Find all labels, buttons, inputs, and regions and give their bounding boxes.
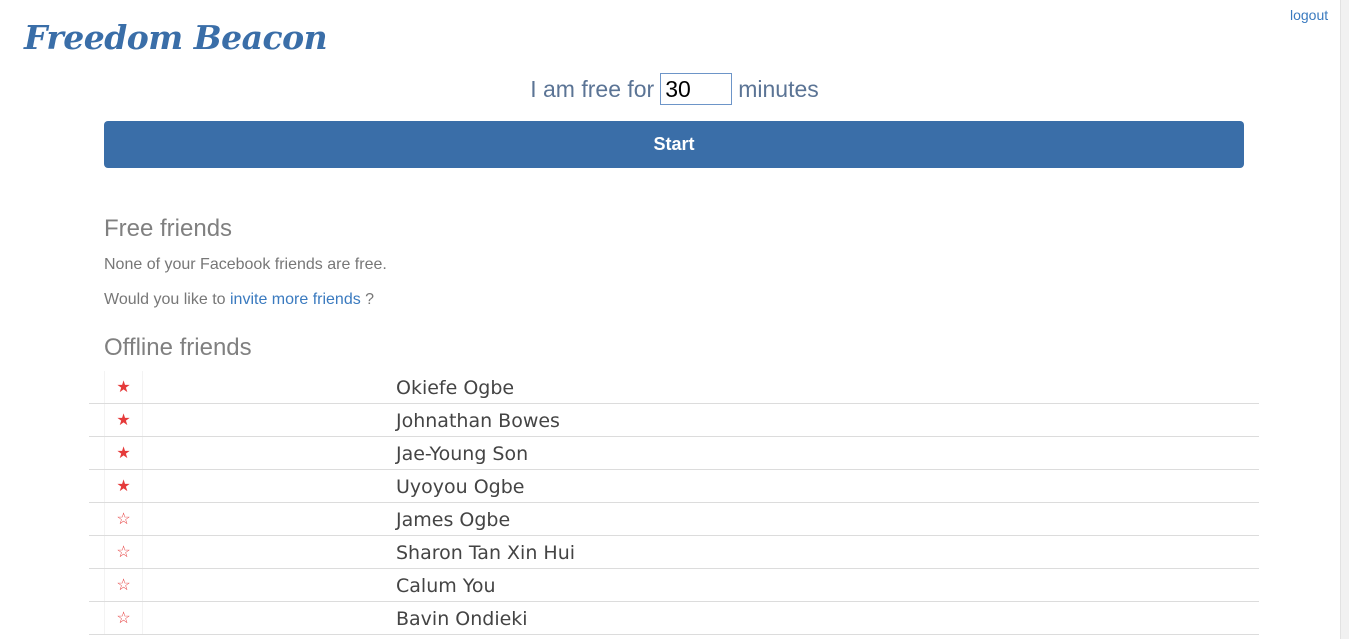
offline-friends-heading: Offline friends <box>104 334 252 361</box>
favorite-star-icon[interactable]: ★ <box>104 371 143 403</box>
friend-row: ☆ Bavin Ondieki <box>89 602 1259 635</box>
friend-row: ★ Johnathan Bowes <box>89 404 1259 437</box>
invite-prefix: Would you like to <box>104 291 226 308</box>
friend-name: Sharon Tan Xin Hui <box>396 542 576 564</box>
unfavorite-star-icon[interactable]: ☆ <box>104 536 143 568</box>
friend-row: ★ Okiefe Ogbe <box>89 371 1259 404</box>
start-button[interactable]: Start <box>104 121 1244 168</box>
free-time-form: I am free for minutes <box>0 73 1349 105</box>
unfavorite-star-icon[interactable]: ☆ <box>104 602 143 634</box>
friend-name: Bavin Ondieki <box>396 608 528 630</box>
favorite-star-icon[interactable]: ★ <box>104 470 143 502</box>
free-friends-heading: Free friends <box>104 215 233 242</box>
minutes-input[interactable] <box>660 73 733 105</box>
invite-friends-link[interactable]: invite more friends <box>230 291 361 308</box>
friend-row: ☆ Sharon Tan Xin Hui <box>89 536 1259 569</box>
friend-row: ☆ James Ogbe <box>89 503 1259 536</box>
friend-name: James Ogbe <box>396 509 511 531</box>
friend-row: ★ Jae-Young Son <box>89 437 1259 470</box>
favorite-star-icon[interactable]: ★ <box>104 404 143 436</box>
favorite-star-icon[interactable]: ★ <box>104 437 143 469</box>
friend-name: Okiefe Ogbe <box>396 377 515 399</box>
friend-row: ☆ Calum You <box>89 569 1259 602</box>
unfavorite-star-icon[interactable]: ☆ <box>104 503 143 535</box>
app-logo: Freedom Beacon <box>24 18 328 57</box>
friend-name: Uyoyou Ogbe <box>396 476 525 498</box>
friend-name: Calum You <box>396 575 496 597</box>
logout-link[interactable]: logout <box>1290 7 1328 23</box>
free-for-label: I am free for <box>530 75 655 102</box>
invite-suffix: ? <box>365 291 375 308</box>
friend-row: ★ Uyoyou Ogbe <box>89 470 1259 503</box>
invite-prompt: Would you like to invite more friends ? <box>104 291 374 309</box>
friend-name: Johnathan Bowes <box>396 410 560 432</box>
offline-friends-list: ★ Okiefe Ogbe ★ Johnathan Bowes ★ Jae-Yo… <box>89 371 1259 635</box>
minutes-label: minutes <box>738 75 819 102</box>
no-free-friends-message: None of your Facebook friends are free. <box>104 256 387 273</box>
unfavorite-star-icon[interactable]: ☆ <box>104 569 143 601</box>
friend-name: Jae-Young Son <box>396 443 529 465</box>
